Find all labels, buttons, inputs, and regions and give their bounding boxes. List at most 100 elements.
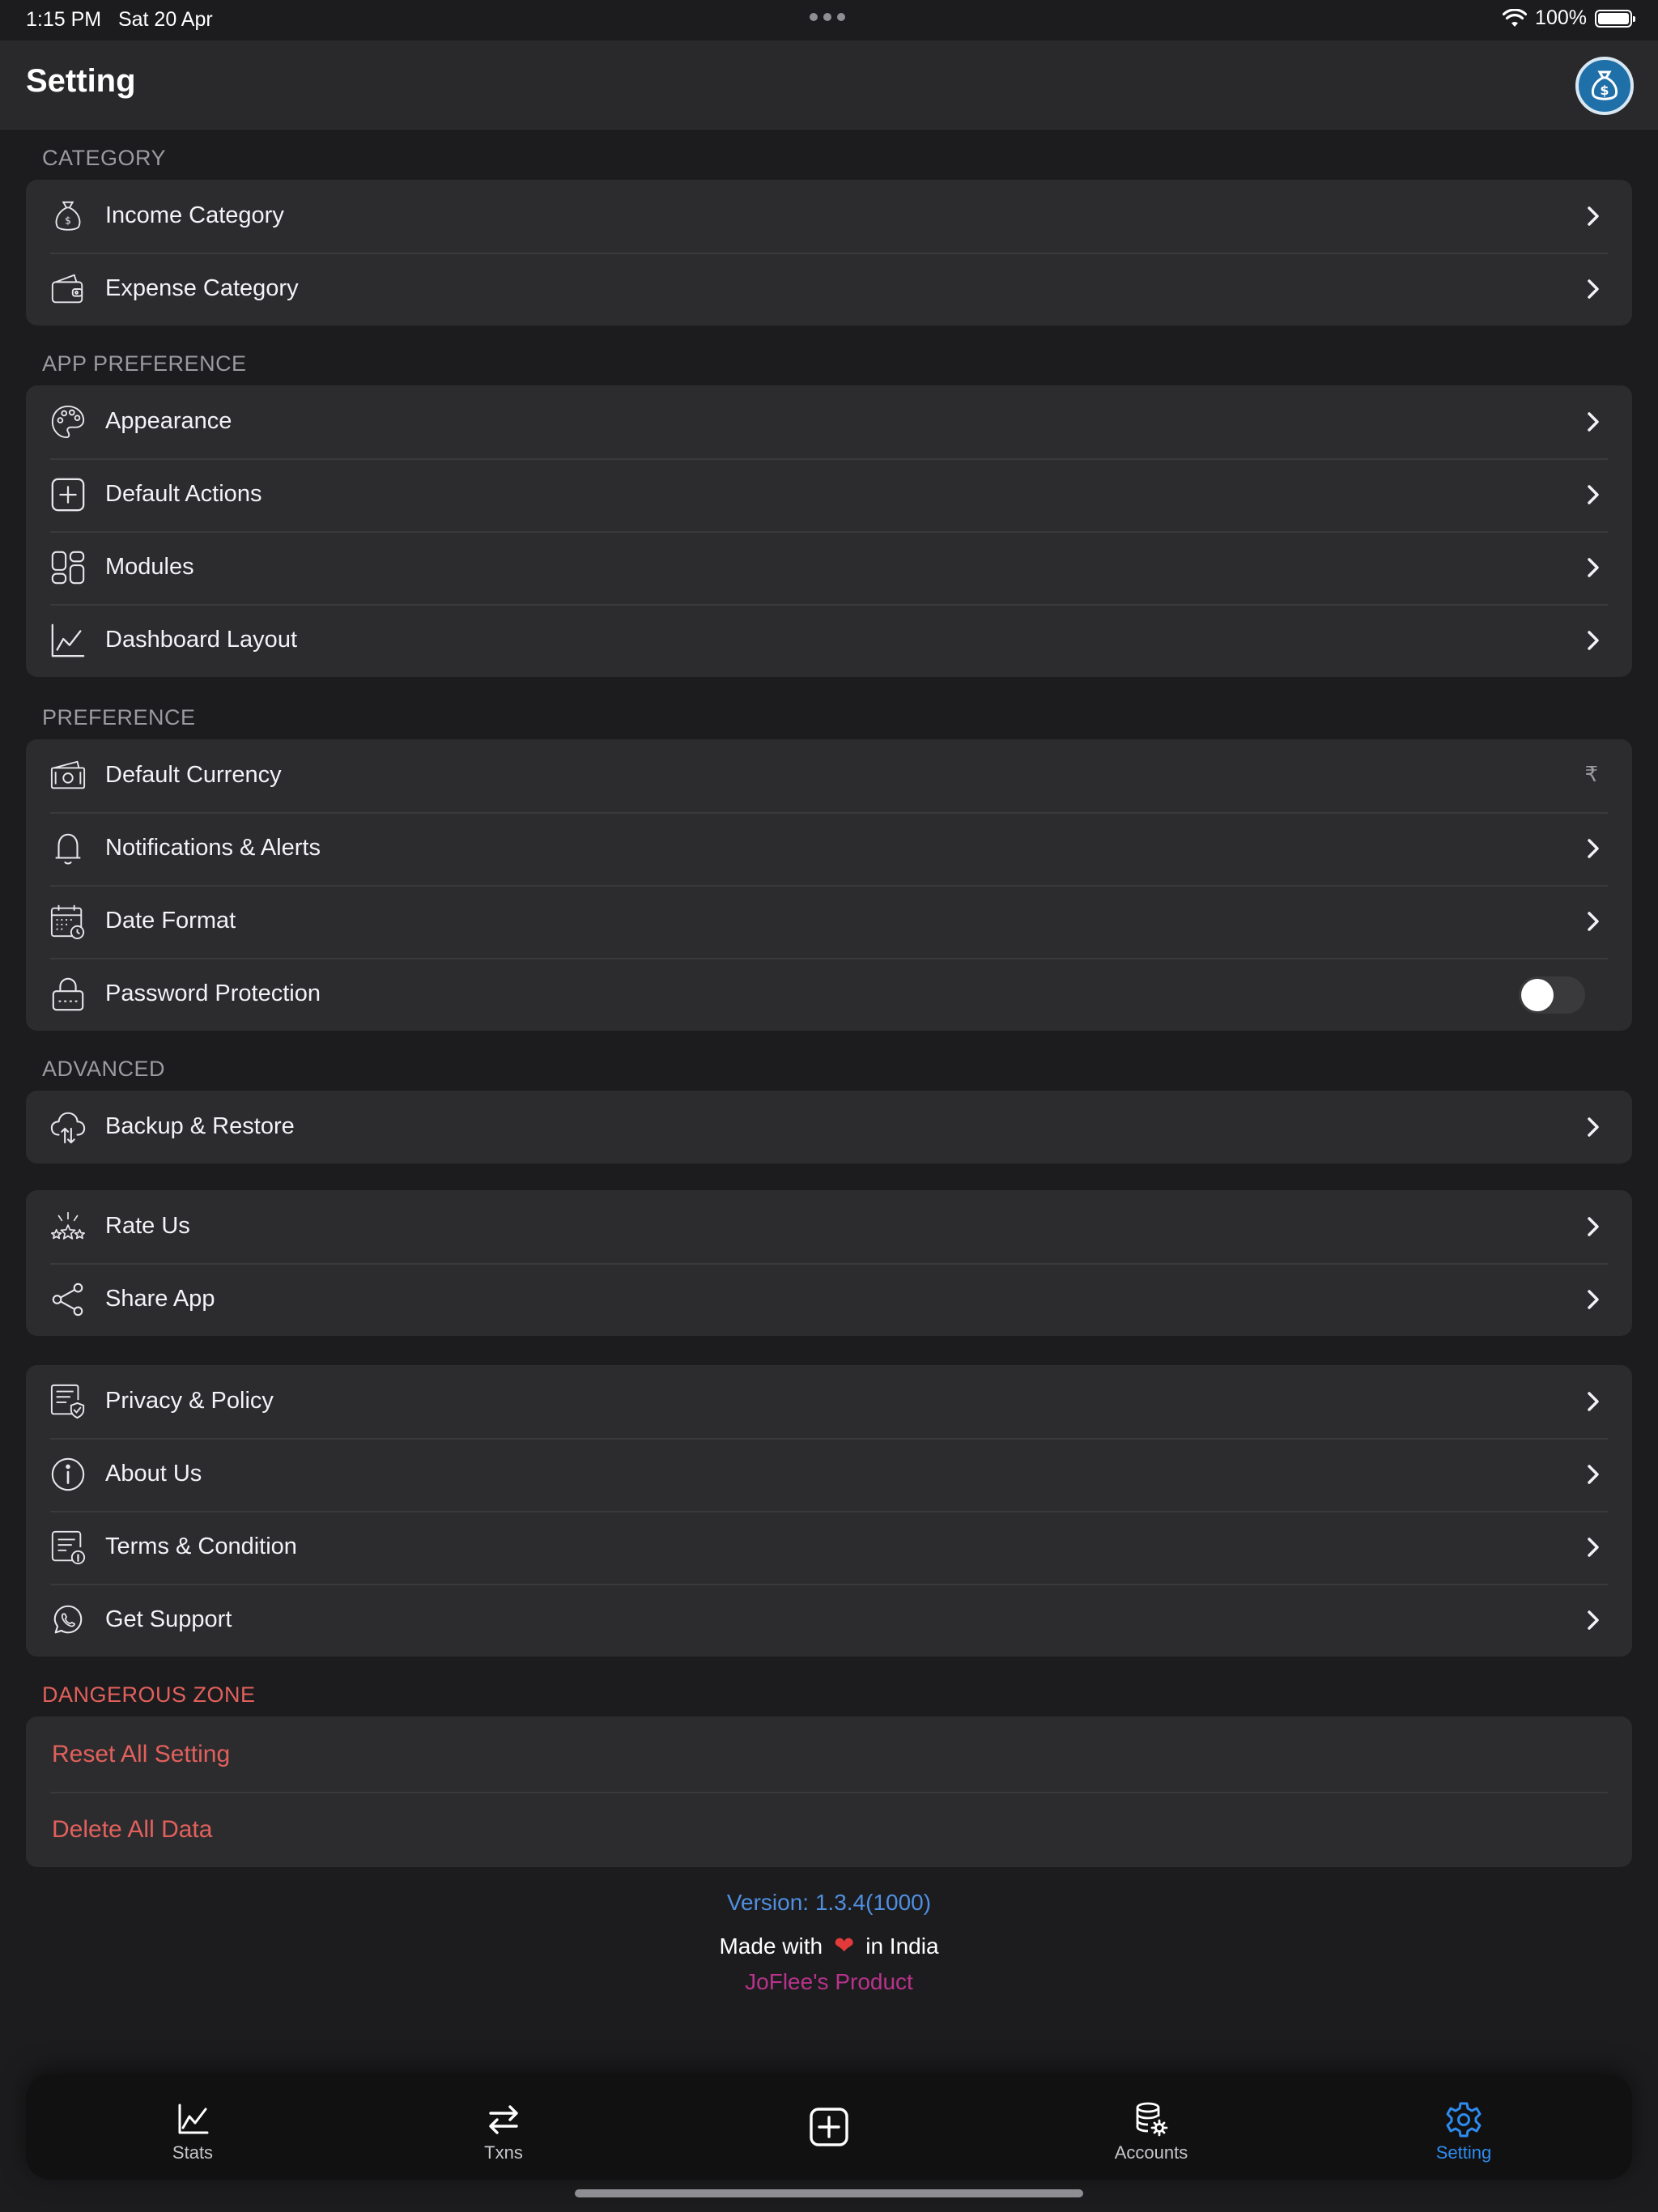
bell-icon [49,829,87,868]
header: Setting $ [0,40,1658,130]
row-label: Password Protection [105,981,321,1006]
row-label: Share App [105,1286,215,1312]
made-with-suffix: in India [865,1933,939,1959]
tab-setting[interactable]: Setting [1391,2074,1537,2180]
row-notifications-alerts[interactable]: Notifications & Alerts [26,812,1632,885]
stats-icon [170,2097,215,2142]
money-bag-avatar-icon: $ [1591,70,1618,100]
chevron-right-icon [1588,1465,1599,1484]
delete-all-data-button[interactable]: Delete All Data [26,1792,1632,1867]
home-indicator[interactable] [575,2189,1083,2197]
chevron-right-icon [1588,631,1599,650]
tab-add[interactable] [756,2074,902,2180]
app-avatar[interactable]: $ [1575,57,1634,115]
chevron-right-icon [1588,1392,1599,1411]
status-bar: 1:15 PM Sat 20 Apr 100% [0,0,1658,40]
chevron-right-icon [1588,206,1599,226]
chevron-right-icon [1588,485,1599,504]
row-terms-condition[interactable]: Terms & Condition [26,1511,1632,1584]
cash-icon [49,756,87,795]
row-label: About Us [105,1461,202,1487]
made-with-prefix: Made with [719,1933,823,1959]
chevron-right-icon [1588,1538,1599,1557]
reset-all-setting-button[interactable]: Reset All Setting [26,1716,1632,1792]
product-link[interactable]: JoFlee's Product [0,1969,1658,1995]
delete-all-data-label: Delete All Data [52,1816,213,1843]
row-label: Privacy & Policy [105,1388,274,1414]
row-rate-us[interactable]: Rate Us [26,1190,1632,1263]
card-info: Privacy & Policy About Us Terms & Condit… [26,1365,1632,1657]
tab-txns[interactable]: Txns [431,2074,576,2180]
settings-screen: 1:15 PM Sat 20 Apr 100% Setting $ CATEGO… [0,0,1658,2212]
status-time-text: 1:15 PM [26,8,102,31]
tab-label: Txns [484,2142,523,2163]
row-label: Date Format [105,908,236,934]
chevron-right-icon [1588,839,1599,858]
row-label: Expense Category [105,275,299,301]
row-date-format[interactable]: Date Format [26,885,1632,958]
row-label: Appearance [105,408,232,434]
row-default-currency[interactable]: Default Currency ₹ [26,739,1632,812]
row-label: Default Currency [105,762,282,788]
status-right: 100% [1503,6,1635,30]
card-app-preference: Appearance Default Actions Modules Dashb… [26,385,1632,677]
heart-icon: ❤ [834,1933,855,1959]
row-expense-category[interactable]: Expense Category [26,253,1632,325]
palette-icon [49,402,87,441]
row-label: Dashboard Layout [105,627,297,653]
share-icon [49,1280,87,1319]
section-header-app-preference: APP PREFERENCE [42,351,247,376]
card-advanced: Backup & Restore [26,1091,1632,1163]
section-header-category: CATEGORY [42,146,167,170]
password-protection-toggle[interactable] [1519,976,1585,1014]
lock-icon [49,975,87,1014]
version-text: Version: 1.3.4(1000) [726,1890,932,1915]
row-get-support[interactable]: Get Support [26,1584,1632,1657]
row-privacy-policy[interactable]: Privacy & Policy [26,1365,1632,1438]
whatsapp-icon [49,1601,87,1640]
card-dangerous-zone: Reset All Setting Delete All Data [26,1716,1632,1867]
database-gear-icon [1129,2097,1174,2142]
row-backup-restore[interactable]: Backup & Restore [26,1091,1632,1163]
battery-icon [1595,9,1635,28]
chart-line-icon [49,621,87,660]
chevron-right-icon [1588,912,1599,931]
chevron-right-icon [1588,558,1599,577]
row-income-category[interactable]: $ Income Category [26,180,1632,253]
chevron-right-icon [1588,1217,1599,1236]
row-appearance[interactable]: Appearance [26,385,1632,458]
row-label: Modules [105,554,194,580]
tab-accounts[interactable]: Accounts [1078,2074,1224,2180]
card-social: Rate Us Share App [26,1190,1632,1336]
plus-square-icon [49,475,87,514]
status-date-text: Sat 20 Apr [117,8,213,31]
row-dashboard-layout[interactable]: Dashboard Layout [26,604,1632,677]
tab-label: Accounts [1114,2142,1188,2163]
row-default-actions[interactable]: Default Actions [26,458,1632,531]
row-label: Income Category [105,202,284,228]
cloud-sync-icon [49,1108,87,1146]
row-about-us[interactable]: About Us [26,1438,1632,1511]
chevron-right-icon [1588,279,1599,299]
gear-icon [1441,2097,1486,2142]
battery-percentage: 100% [1535,6,1587,29]
section-header-preference: PREFERENCE [42,705,196,730]
document-shield-icon [49,1382,87,1421]
row-share-app[interactable]: Share App [26,1263,1632,1336]
money-bag-icon: $ [49,197,87,236]
page-title: Setting [26,63,136,99]
multitasking-dots-icon[interactable] [810,13,845,21]
currency-value: ₹ [1584,762,1598,786]
tab-label: Stats [172,2142,214,2163]
calendar-clock-icon [49,902,87,941]
tab-stats[interactable]: Stats [120,2074,266,2180]
made-with-text: Made with ❤ in India [0,1932,1658,1960]
row-modules[interactable]: Modules [26,531,1632,604]
row-label: Backup & Restore [105,1113,295,1139]
row-label: Default Actions [105,481,262,507]
info-circle-icon [49,1455,87,1494]
chevron-right-icon [1588,1290,1599,1309]
transfer-arrows-icon [481,2097,526,2142]
modules-icon [49,548,87,587]
terms-document-icon [49,1528,87,1567]
